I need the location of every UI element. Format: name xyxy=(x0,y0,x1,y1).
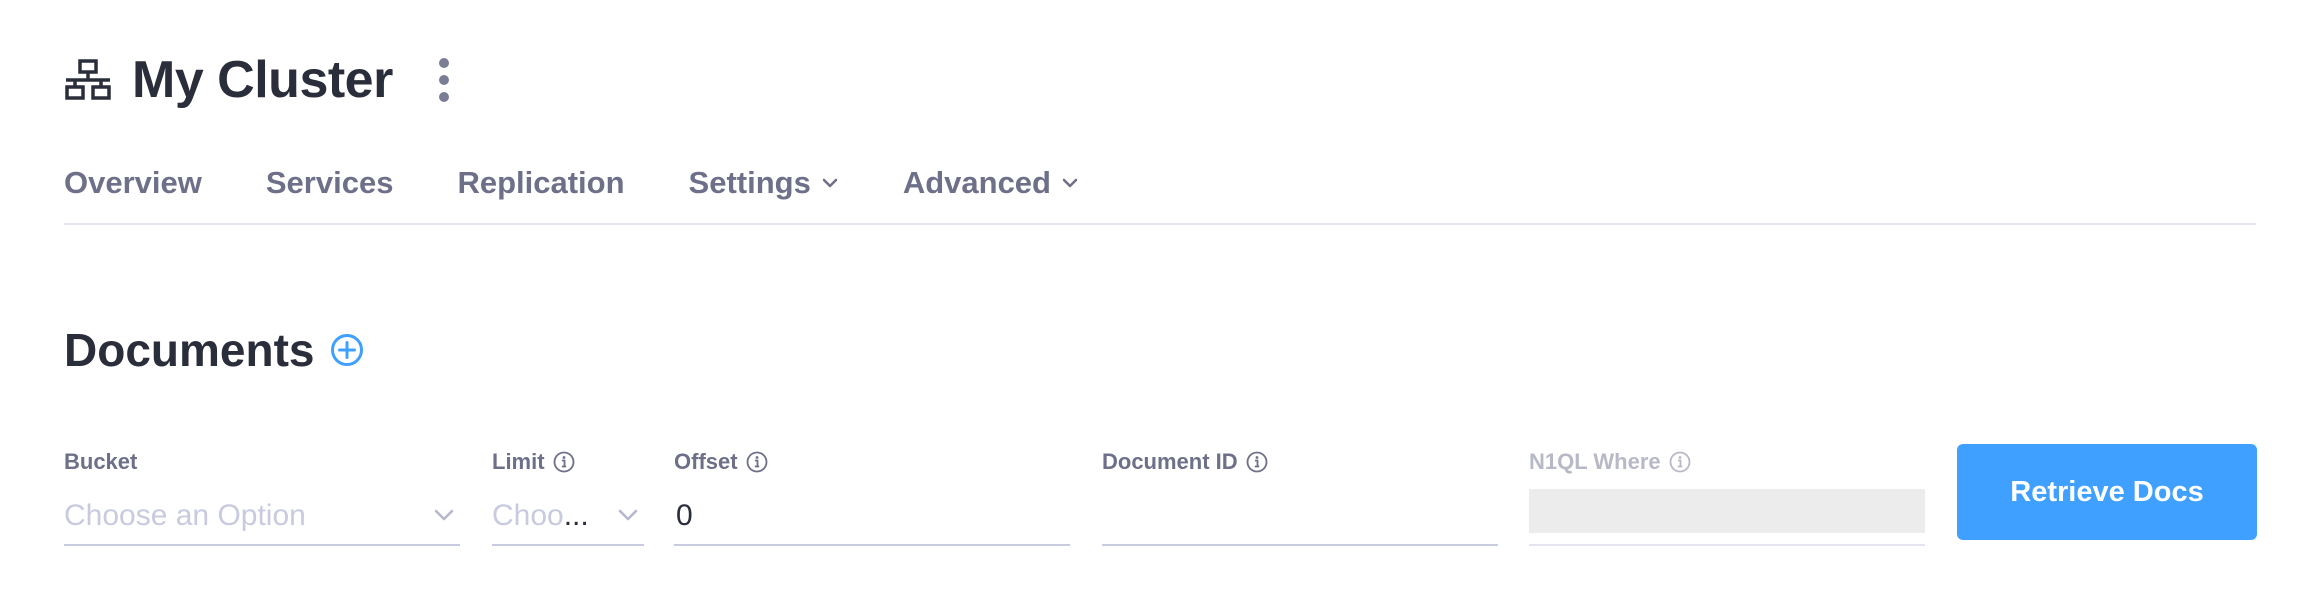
info-icon[interactable] xyxy=(553,451,575,473)
documents-heading: Documents xyxy=(64,320,364,380)
limit-field: Limit Choo... xyxy=(492,448,644,546)
tab-label: Settings xyxy=(688,165,811,200)
document-id-input[interactable] xyxy=(1102,488,1498,546)
limit-select[interactable]: Choo... xyxy=(492,488,644,546)
disabled-input-box xyxy=(1529,489,1925,533)
bucket-placeholder: Choose an Option xyxy=(64,499,306,532)
network-topology-icon xyxy=(65,59,111,100)
tab-label: Overview xyxy=(64,165,202,200)
tab-services[interactable]: Services xyxy=(266,165,394,201)
tab-label: Advanced xyxy=(902,165,1051,200)
offset-label-text: Offset xyxy=(674,449,738,474)
offset-label: Offset xyxy=(674,448,1070,476)
chevron-down-icon xyxy=(618,509,638,521)
cluster-nav: Overview Services Replication Settings A… xyxy=(64,158,1143,208)
tab-advanced[interactable]: Advanced xyxy=(903,165,1079,201)
bucket-label-text: Bucket xyxy=(64,449,138,474)
kebab-menu-icon[interactable] xyxy=(437,58,451,102)
offset-field: Offset 0 xyxy=(674,448,1070,546)
document-id-label: Document ID xyxy=(1102,448,1498,476)
section-title: Documents xyxy=(64,324,315,376)
kebab-dot xyxy=(438,58,449,68)
plus-circle-icon[interactable] xyxy=(330,333,364,367)
info-icon[interactable] xyxy=(1669,451,1691,473)
cluster-header: My Cluster xyxy=(64,48,451,112)
nav-divider xyxy=(64,223,2256,225)
tab-replication[interactable]: Replication xyxy=(457,165,624,201)
bucket-select[interactable]: Choose an Option xyxy=(64,488,460,546)
page-title: My Cluster xyxy=(132,51,393,109)
limit-placeholder: Choo xyxy=(492,499,564,532)
chevron-down-icon xyxy=(1062,178,1078,188)
info-icon[interactable] xyxy=(1246,451,1268,473)
n1ql-where-label-text: N1QL Where xyxy=(1529,449,1661,474)
limit-label: Limit xyxy=(492,448,644,476)
document-id-label-text: Document ID xyxy=(1102,449,1238,474)
kebab-dot xyxy=(438,92,449,102)
bucket-label: Bucket xyxy=(64,448,460,476)
tab-settings[interactable]: Settings xyxy=(689,165,839,201)
document-id-field: Document ID xyxy=(1102,448,1498,546)
bucket-field: Bucket Choose an Option xyxy=(64,448,460,546)
n1ql-where-field: N1QL Where xyxy=(1529,448,1925,546)
tab-label: Services xyxy=(265,165,394,200)
limit-label-text: Limit xyxy=(492,449,545,474)
n1ql-where-label: N1QL Where xyxy=(1529,448,1925,476)
tab-label: Replication xyxy=(457,165,625,200)
tab-overview[interactable]: Overview xyxy=(64,165,202,201)
info-icon[interactable] xyxy=(746,451,768,473)
retrieve-docs-button[interactable]: Retrieve Docs xyxy=(1957,444,2257,540)
offset-input[interactable]: 0 xyxy=(674,488,1070,546)
kebab-dot xyxy=(438,75,449,85)
limit-ellipsis: ... xyxy=(563,499,589,532)
n1ql-where-input xyxy=(1529,488,1925,546)
chevron-down-icon xyxy=(822,178,838,188)
chevron-down-icon xyxy=(434,509,454,521)
offset-value: 0 xyxy=(676,499,693,532)
